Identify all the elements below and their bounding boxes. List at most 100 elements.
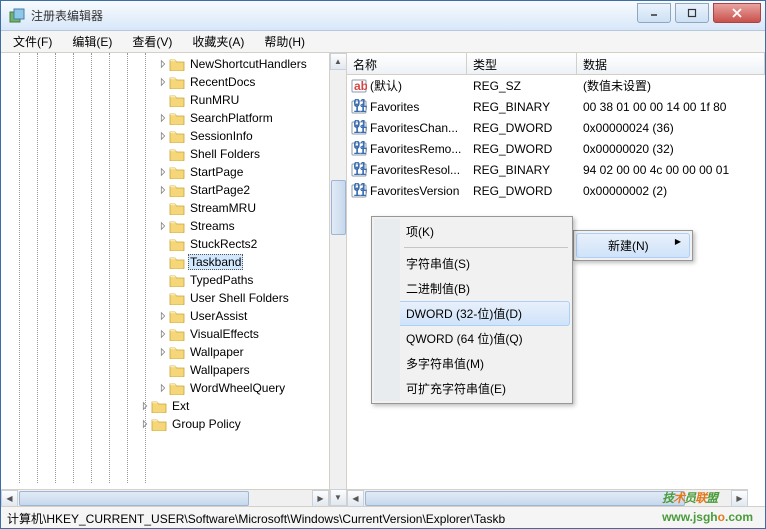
col-name[interactable]: 名称 (347, 53, 467, 74)
menu-qword[interactable]: QWORD (64 位)值(Q) (374, 326, 570, 351)
tree-item[interactable]: StartPage2 (1, 181, 346, 199)
expander-icon[interactable] (157, 238, 169, 250)
tree-item[interactable]: Streams (1, 217, 346, 235)
menu-new[interactable]: 新建(N) (576, 233, 690, 258)
list-row[interactable]: FavoritesChan...REG_DWORD0x00000024 (36) (347, 117, 765, 138)
close-button[interactable] (713, 3, 761, 23)
tree-item[interactable]: Wallpapers (1, 361, 346, 379)
folder-icon (169, 381, 185, 395)
tree-item[interactable]: RunMRU (1, 91, 346, 109)
expander-icon[interactable] (157, 166, 169, 178)
titlebar[interactable]: 注册表编辑器 (1, 1, 765, 31)
menu-key[interactable]: 项(K) (374, 219, 570, 244)
folder-icon (169, 345, 185, 359)
menu-binary[interactable]: 二进制值(B) (374, 276, 570, 301)
tree-item[interactable]: Ext (1, 397, 346, 415)
value-name: Favorites (370, 100, 419, 114)
tree-item[interactable]: WordWheelQuery (1, 379, 346, 397)
expander-icon[interactable] (157, 274, 169, 286)
expander-icon[interactable] (157, 346, 169, 358)
expander-icon[interactable] (157, 256, 169, 268)
folder-icon (169, 255, 185, 269)
value-type: REG_BINARY (467, 163, 577, 177)
scroll-thumb[interactable] (331, 180, 346, 235)
tree-scrollbar-h[interactable]: ◀ ▶ (1, 489, 329, 506)
expander-icon[interactable] (157, 184, 169, 196)
list-row[interactable]: FavoritesResol...REG_BINARY94 02 00 00 4… (347, 159, 765, 180)
scroll-up-button[interactable]: ▲ (330, 53, 347, 70)
expander-icon[interactable] (157, 292, 169, 304)
list-panel[interactable]: 名称 类型 数据 (默认)REG_SZ(数值未设置)FavoritesREG_B… (347, 53, 765, 506)
menu-edit[interactable]: 编辑(E) (66, 31, 118, 52)
tree-label: Group Policy (170, 417, 243, 431)
expander-icon[interactable] (157, 310, 169, 322)
expander-icon[interactable] (157, 382, 169, 394)
tree-label: TypedPaths (188, 273, 255, 287)
tree-item[interactable]: User Shell Folders (1, 289, 346, 307)
menu-help[interactable]: 帮助(H) (258, 31, 311, 52)
tree-item[interactable]: Wallpaper (1, 343, 346, 361)
tree-panel[interactable]: NewShortcutHandlersRecentDocsRunMRUSearc… (1, 53, 347, 506)
menu-view[interactable]: 查看(V) (126, 31, 178, 52)
list-row[interactable]: FavoritesRemo...REG_DWORD0x00000020 (32) (347, 138, 765, 159)
scroll-thumb-h[interactable] (365, 491, 685, 506)
expander-icon[interactable] (157, 328, 169, 340)
col-data[interactable]: 数据 (577, 53, 765, 74)
menu-multi[interactable]: 多字符串值(M) (374, 351, 570, 376)
tree-item[interactable]: StuckRects2 (1, 235, 346, 253)
tree-item[interactable]: Shell Folders (1, 145, 346, 163)
scroll-thumb-h[interactable] (19, 491, 249, 506)
list-row[interactable]: FavoritesVersionREG_DWORD0x00000002 (2) (347, 180, 765, 201)
tree-item[interactable]: VisualEffects (1, 325, 346, 343)
menu-expand[interactable]: 可扩充字符串值(E) (374, 376, 570, 401)
expander-icon[interactable] (139, 400, 151, 412)
tree-item[interactable]: UserAssist (1, 307, 346, 325)
tree-item[interactable]: Taskband (1, 253, 346, 271)
tree-item[interactable]: RecentDocs (1, 73, 346, 91)
list-row[interactable]: (默认)REG_SZ(数值未设置) (347, 75, 765, 96)
tree-item[interactable]: SessionInfo (1, 127, 346, 145)
expander-icon[interactable] (157, 202, 169, 214)
scroll-down-button[interactable]: ▼ (330, 489, 347, 506)
expander-icon[interactable] (157, 58, 169, 70)
tree-scrollbar-v[interactable]: ▲ ▼ (329, 53, 346, 506)
tree-item[interactable]: StreamMRU (1, 199, 346, 217)
tree-item[interactable]: SearchPlatform (1, 109, 346, 127)
tree-label: SessionInfo (188, 129, 255, 143)
tree-item[interactable]: StartPage (1, 163, 346, 181)
tree-item[interactable]: NewShortcutHandlers (1, 55, 346, 73)
expander-icon[interactable] (157, 112, 169, 124)
folder-icon (169, 363, 185, 377)
menu-dword[interactable]: DWORD (32-位)值(D) (374, 301, 570, 326)
expander-icon[interactable] (157, 148, 169, 160)
value-data: (数值未设置) (577, 77, 765, 94)
folder-icon (169, 237, 185, 251)
list-header: 名称 类型 数据 (347, 53, 765, 75)
regedit-window: 注册表编辑器 文件(F) 编辑(E) 查看(V) 收藏夹(A) 帮助(H) (0, 0, 766, 529)
expander-icon[interactable] (157, 220, 169, 232)
col-type[interactable]: 类型 (467, 53, 577, 74)
menu-string[interactable]: 字符串值(S) (374, 251, 570, 276)
expander-icon[interactable] (139, 418, 151, 430)
tree-label: StreamMRU (188, 201, 258, 215)
expander-icon[interactable] (157, 364, 169, 376)
menu-file[interactable]: 文件(F) (7, 31, 58, 52)
scroll-left-button[interactable]: ◀ (347, 490, 364, 507)
list-scrollbar-h[interactable]: ◀ ▶ (347, 489, 748, 506)
maximize-button[interactable] (675, 3, 709, 23)
value-type: REG_DWORD (467, 121, 577, 135)
folder-icon (169, 75, 185, 89)
menu-favorites[interactable]: 收藏夹(A) (186, 31, 250, 52)
expander-icon[interactable] (157, 76, 169, 88)
tree-label: StartPage2 (188, 183, 252, 197)
minimize-button[interactable] (637, 3, 671, 23)
tree-label: Ext (170, 399, 191, 413)
expander-icon[interactable] (157, 130, 169, 142)
list-row[interactable]: FavoritesREG_BINARY00 38 01 00 00 14 00 … (347, 96, 765, 117)
scroll-right-button[interactable]: ▶ (312, 490, 329, 507)
scroll-right-button[interactable]: ▶ (731, 490, 748, 507)
tree-item[interactable]: TypedPaths (1, 271, 346, 289)
scroll-left-button[interactable]: ◀ (1, 490, 18, 507)
tree-item[interactable]: Group Policy (1, 415, 346, 433)
expander-icon[interactable] (157, 94, 169, 106)
